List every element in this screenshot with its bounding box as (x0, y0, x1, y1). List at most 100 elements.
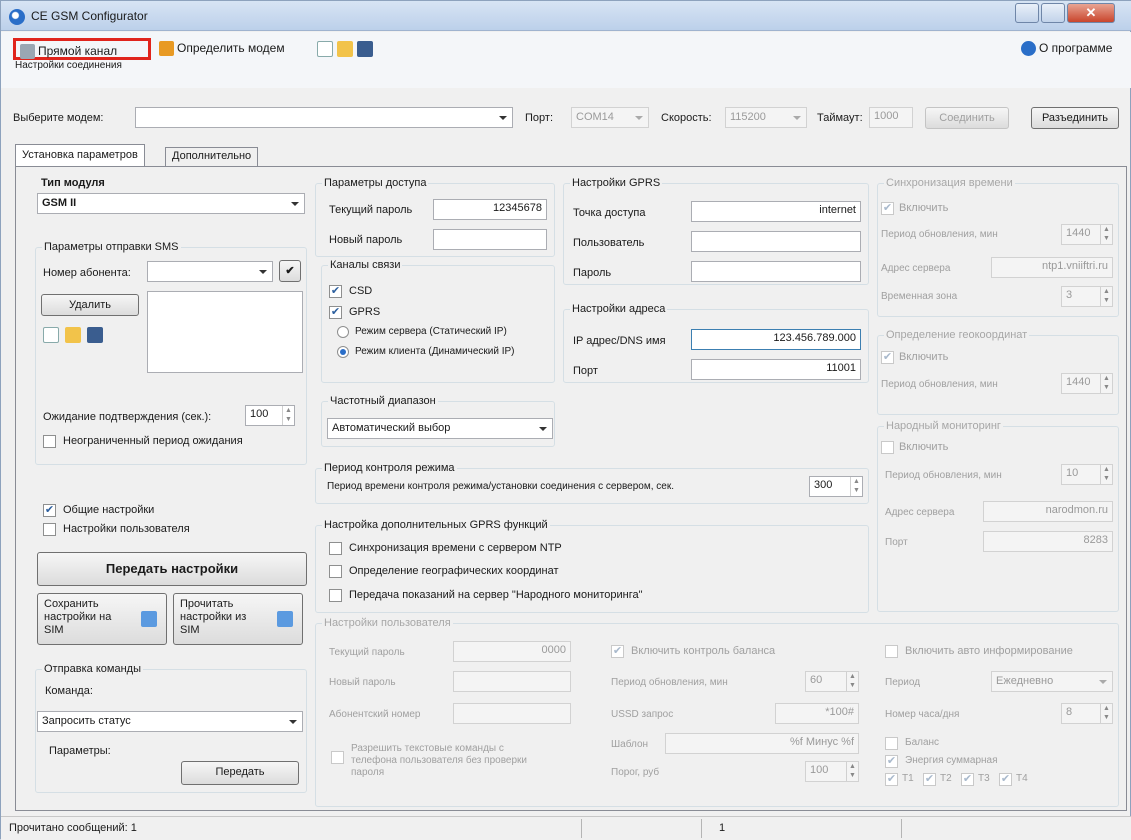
new-file-icon[interactable] (43, 327, 59, 343)
narodmon-server-input[interactable]: narodmon.ru (983, 501, 1113, 522)
timezone-input[interactable]: 3 ▲ ▼ (1061, 286, 1113, 307)
allow-text-checkbox[interactable] (331, 751, 344, 764)
direct-channel-button[interactable]: Прямой канал (13, 38, 151, 60)
module-type-value: GSM II (42, 197, 77, 209)
open-folder-icon[interactable] (65, 327, 81, 343)
spinner-icon[interactable]: ▲ ▼ (1100, 374, 1112, 393)
monitor-checkbox[interactable] (329, 589, 342, 602)
timesync-server-input[interactable]: ntp1.vniiftri.ru (991, 257, 1113, 278)
connection-settings-label: Настройки соединения (15, 60, 122, 71)
tariff-t2-checkbox[interactable]: ✔ (923, 773, 936, 786)
window-title: CE GSM Configurator (31, 9, 148, 23)
module-type-label: Тип модуля (41, 177, 105, 189)
geo-checkbox[interactable] (329, 565, 342, 578)
unlimited-checkbox[interactable] (43, 435, 56, 448)
spinner-icon[interactable]: ▲ ▼ (1100, 225, 1112, 244)
client-mode-label: Режим клиента (Динамический IP) (355, 346, 515, 357)
wait-input[interactable]: 100 ▲ ▼ (245, 405, 295, 426)
chevron-down-icon (539, 427, 547, 431)
spinner-icon[interactable]: ▲ ▼ (1100, 287, 1112, 306)
gprs-checkbox[interactable]: ✔ (329, 306, 342, 319)
geo-enable-checkbox[interactable]: ✔ (881, 351, 894, 364)
close-button[interactable]: ✕ (1067, 3, 1115, 23)
spinner-icon[interactable]: ▲ ▼ (1100, 465, 1112, 484)
chevron-down-icon (289, 720, 297, 724)
general-settings-checkbox[interactable]: ✔ (43, 504, 56, 517)
timesync-period-input[interactable]: 1440 ▲ ▼ (1061, 224, 1113, 245)
template-label: Шаблон (611, 739, 649, 750)
user-new-password-input[interactable] (453, 671, 571, 692)
narodmon-period-input[interactable]: 10 ▲ ▼ (1061, 464, 1113, 485)
timesync-group-title: Синхронизация времени (884, 177, 1015, 189)
tariff-t1-checkbox[interactable]: ✔ (885, 773, 898, 786)
speed-select[interactable]: 115200 (725, 107, 807, 128)
open-folder-icon[interactable] (337, 41, 353, 57)
maximize-button[interactable] (1041, 3, 1065, 23)
ussd-input[interactable]: *100# (775, 703, 859, 724)
spinner-icon[interactable]: ▲ ▼ (846, 762, 858, 781)
detect-modem-button[interactable]: Определить модем (155, 38, 305, 60)
server-mode-radio[interactable] (337, 326, 349, 338)
tab-parameters[interactable]: Установка параметров (15, 144, 145, 167)
user-subscriber-input[interactable] (453, 703, 571, 724)
timesync-enable-checkbox[interactable]: ✔ (881, 202, 894, 215)
balance-checkbox[interactable] (885, 737, 898, 750)
select-contact-button[interactable]: ✔ (279, 260, 301, 282)
narodmon-period-value: 10 (1066, 467, 1079, 479)
timeout-input[interactable]: 1000 (869, 107, 913, 128)
command-select[interactable]: Запросить статус (37, 711, 303, 732)
period-select[interactable]: Ежедневно (991, 671, 1113, 692)
energy-checkbox[interactable]: ✔ (885, 755, 898, 768)
address-port-input[interactable]: 11001 (691, 359, 861, 380)
gprs-user-input[interactable] (691, 231, 861, 252)
new-file-icon[interactable] (317, 41, 333, 57)
module-type-select[interactable]: GSM II (37, 193, 305, 214)
control-input[interactable]: 300 ▲ ▼ (809, 476, 863, 497)
threshold-input[interactable]: 100 ▲ ▼ (805, 761, 859, 782)
balance-period-input[interactable]: 60 ▲ ▼ (805, 671, 859, 692)
spinner-icon[interactable]: ▲ ▼ (282, 406, 294, 425)
balance-enable-checkbox[interactable]: ✔ (611, 645, 624, 658)
ip-input[interactable]: 123.456.789.000 (691, 329, 861, 350)
tariff-t3-checkbox[interactable]: ✔ (961, 773, 974, 786)
send-command-button[interactable]: Передать (181, 761, 299, 785)
save-icon[interactable] (87, 327, 103, 343)
control-value: 300 (814, 479, 833, 491)
gprs-user-label: Пользователь (573, 237, 645, 249)
tariff-t4-checkbox[interactable]: ✔ (999, 773, 1012, 786)
csd-checkbox[interactable]: ✔ (329, 285, 342, 298)
ntp-checkbox[interactable] (329, 542, 342, 555)
current-password-input[interactable]: 12345678 (433, 199, 547, 220)
client-mode-radio[interactable] (337, 346, 349, 358)
spinner-icon[interactable]: ▲ ▼ (846, 672, 858, 691)
connect-button[interactable]: Соединить (925, 107, 1009, 129)
about-button[interactable]: О программе (1017, 38, 1129, 60)
subscriber-select[interactable] (147, 261, 273, 282)
narodmon-port-input[interactable]: 8283 (983, 531, 1113, 552)
hour-input[interactable]: 8 ▲ ▼ (1061, 703, 1113, 724)
access-point-input[interactable]: internet (691, 201, 861, 222)
user-settings-checkbox[interactable] (43, 523, 56, 536)
threshold-value: 100 (810, 764, 829, 776)
template-input[interactable]: %f Минус %f (665, 733, 859, 754)
gprs-password-input[interactable] (691, 261, 861, 282)
spinner-icon[interactable]: ▲ ▼ (1100, 704, 1112, 723)
auto-info-checkbox[interactable] (885, 645, 898, 658)
narodmon-enable-checkbox[interactable] (881, 441, 894, 454)
geo-period-input[interactable]: 1440 ▲ ▼ (1061, 373, 1113, 394)
modem-select[interactable] (135, 107, 513, 128)
freq-select[interactable]: Автоматический выбор (327, 418, 553, 439)
balance-period-value: 60 (810, 674, 823, 686)
toolbar: Прямой канал Определить модем О программ… (1, 32, 1131, 88)
minimize-button[interactable] (1015, 3, 1039, 23)
transfer-settings-button[interactable]: Передать настройки (37, 552, 307, 586)
port-select[interactable]: COM14 (571, 107, 649, 128)
disconnect-button[interactable]: Разъединить (1031, 107, 1119, 129)
tab-additional[interactable]: Дополнительно (165, 147, 259, 166)
subscriber-list[interactable] (147, 291, 303, 373)
delete-button[interactable]: Удалить (41, 294, 139, 316)
new-password-input[interactable] (433, 229, 547, 250)
spinner-icon[interactable]: ▲ ▼ (850, 477, 862, 496)
save-icon[interactable] (357, 41, 373, 57)
user-current-password-input[interactable]: 0000 (453, 641, 571, 662)
